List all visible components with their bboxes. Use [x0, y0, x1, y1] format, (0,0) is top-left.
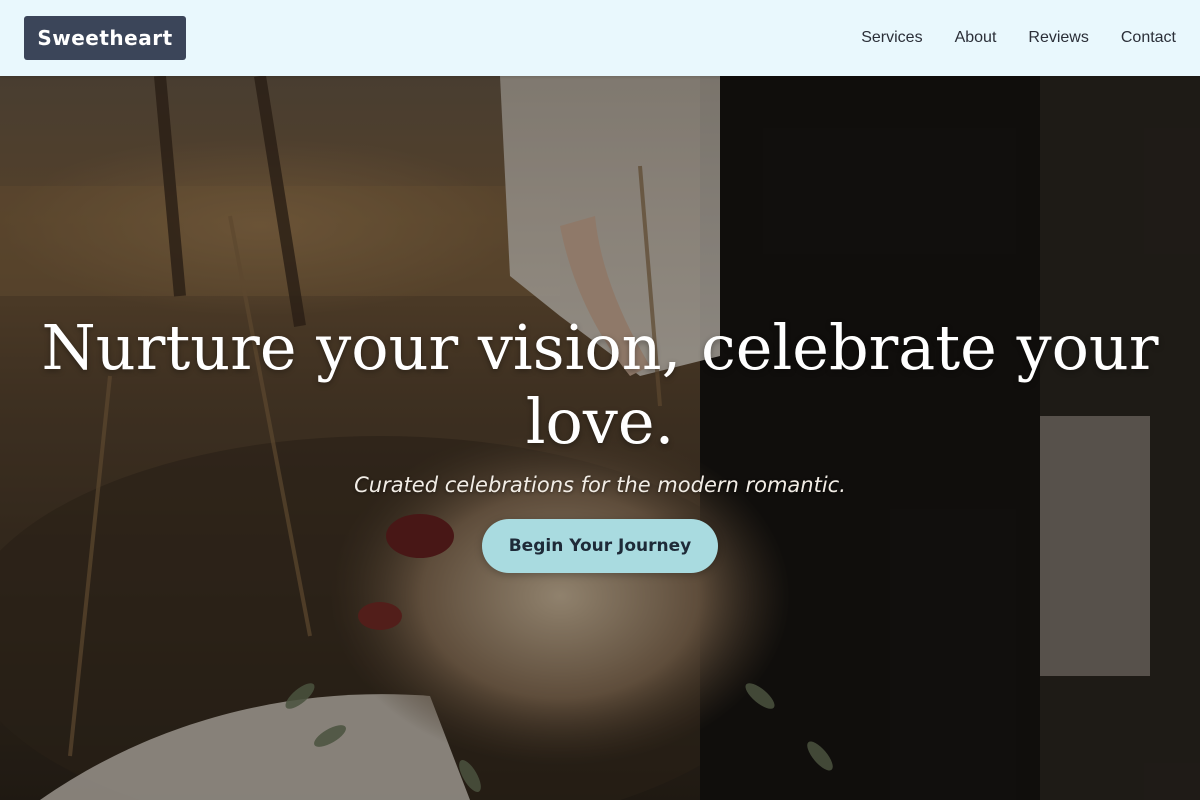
logo-button[interactable]: Sweetheart	[24, 16, 186, 60]
hero-content: Nurture your vision, celebrate your love…	[0, 311, 1200, 573]
hero-subtitle: Curated celebrations for the modern roma…	[354, 473, 846, 497]
site-header: Sweetheart Services About Reviews Contac…	[0, 0, 1200, 76]
begin-journey-button[interactable]: Begin Your Journey	[482, 519, 718, 573]
nav-link-about[interactable]: About	[955, 29, 997, 47]
hero-section: Nurture your vision, celebrate your love…	[0, 76, 1200, 800]
nav-link-contact[interactable]: Contact	[1121, 29, 1176, 47]
nav-link-services[interactable]: Services	[861, 29, 922, 47]
nav-link-reviews[interactable]: Reviews	[1028, 29, 1088, 47]
main-nav: Services About Reviews Contact	[829, 29, 1176, 47]
hero-headline: Nurture your vision, celebrate your love…	[41, 311, 1159, 458]
